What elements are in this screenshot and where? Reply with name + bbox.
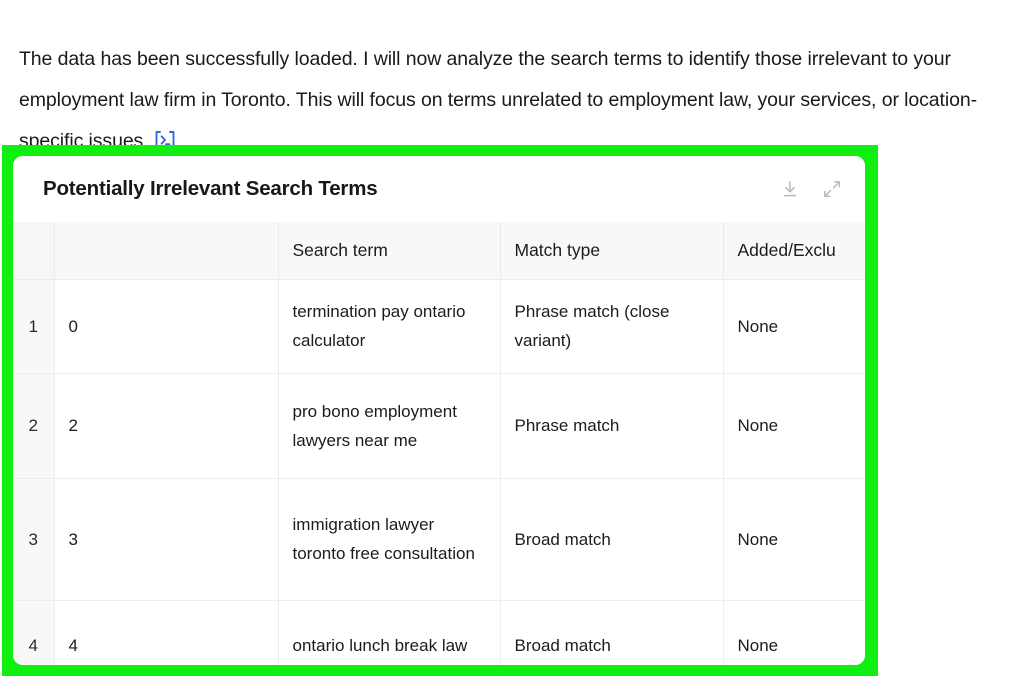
cell-added-excluded: None [723, 478, 865, 601]
table-scroll-container[interactable]: Search term Match type Added/Exclu 1 0 t… [13, 222, 865, 665]
column-header-added-excluded[interactable]: Added/Exclu [723, 222, 865, 280]
expand-icon[interactable] [821, 178, 843, 200]
row-index: 3 [13, 478, 55, 601]
search-terms-table: Search term Match type Added/Exclu 1 0 t… [13, 222, 865, 665]
card-actions [779, 178, 847, 200]
table-row[interactable]: 4 4 ontario lunch break law Broad match … [13, 600, 865, 665]
cell-rowid: 2 [54, 373, 279, 479]
cell-added-excluded: None [723, 279, 865, 374]
table-row[interactable]: 1 0 termination pay ontario calculator P… [13, 279, 865, 374]
column-header-index[interactable] [13, 222, 55, 280]
row-index: 1 [13, 279, 55, 374]
card-header: Potentially Irrelevant Search Terms [13, 156, 865, 222]
table-body: 1 0 termination pay ontario calculator P… [13, 279, 865, 665]
table-header-row: Search term Match type Added/Exclu [13, 222, 865, 280]
green-highlight-frame: Potentially Irrelevant Search Terms Sear… [2, 145, 878, 676]
assistant-message: The data has been successfully loaded. I… [19, 39, 1009, 162]
cell-search-term: immigration lawyer toronto free consulta… [278, 478, 501, 601]
cell-rowid: 4 [54, 600, 279, 665]
row-index: 2 [13, 373, 55, 479]
page-root: The data has been successfully loaded. I… [0, 0, 1024, 685]
download-icon[interactable] [779, 178, 801, 200]
cell-match-type: Phrase match [500, 373, 724, 479]
cell-rowid: 3 [54, 478, 279, 601]
card-title: Potentially Irrelevant Search Terms [43, 177, 378, 200]
cell-search-term: pro bono employment lawyers near me [278, 373, 501, 479]
cell-search-term: ontario lunch break law [278, 600, 501, 665]
cell-rowid: 0 [54, 279, 279, 374]
table-row[interactable]: 2 2 pro bono employment lawyers near me … [13, 373, 865, 479]
column-header-match-type[interactable]: Match type [500, 222, 724, 280]
column-header-rowid[interactable] [54, 222, 279, 280]
cell-match-type: Phrase match (close variant) [500, 279, 724, 374]
row-index: 4 [13, 600, 55, 665]
results-card: Potentially Irrelevant Search Terms Sear… [13, 156, 865, 665]
column-header-search-term[interactable]: Search term [278, 222, 501, 280]
cell-search-term: termination pay ontario calculator [278, 279, 501, 374]
cell-match-type: Broad match [500, 478, 724, 601]
cell-added-excluded: None [723, 600, 865, 665]
cell-added-excluded: None [723, 373, 865, 479]
table-head: Search term Match type Added/Exclu [13, 222, 865, 280]
table-row[interactable]: 3 3 immigration lawyer toronto free cons… [13, 478, 865, 601]
cell-match-type: Broad match [500, 600, 724, 665]
